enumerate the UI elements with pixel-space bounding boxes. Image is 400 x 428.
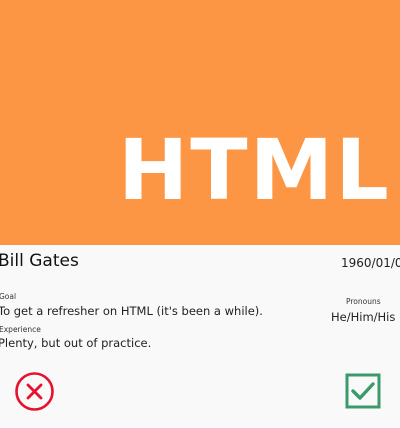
hero-banner: HTML bbox=[0, 0, 400, 245]
x-circle-icon bbox=[15, 372, 54, 411]
goal-label: Goal bbox=[0, 292, 17, 301]
reject-button[interactable] bbox=[14, 371, 55, 412]
profile-date: 1960/01/01 bbox=[341, 256, 400, 270]
experience-label: Experience bbox=[0, 325, 41, 334]
check-square-icon bbox=[345, 373, 381, 409]
goal-text: To get a refresher on HTML (it's been a … bbox=[0, 304, 263, 318]
experience-text: Plenty, but out of practice. bbox=[0, 336, 152, 350]
pronouns-text: He/Him/His bbox=[331, 310, 396, 324]
hero-title: HTML bbox=[118, 121, 391, 219]
pronouns-label: Pronouns bbox=[346, 297, 381, 306]
accept-button[interactable] bbox=[345, 373, 381, 409]
profile-name: Bill Gates bbox=[0, 251, 79, 271]
